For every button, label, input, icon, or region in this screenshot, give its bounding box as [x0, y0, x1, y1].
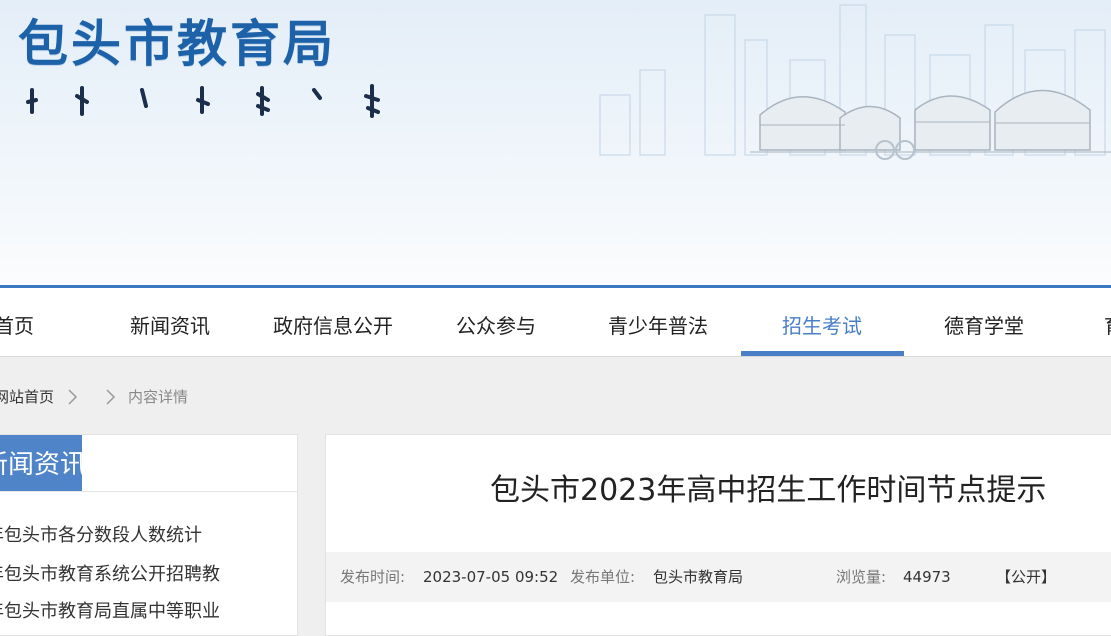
- publisher-label: 发布单位:: [570, 568, 636, 586]
- nav-item-home[interactable]: 首页: [0, 288, 34, 356]
- main-navigation: 首页 新闻资讯 政府信息公开 公众参与 青少年普法 招生考试 德育学堂 育: [0, 288, 1111, 357]
- publish-time: 2023-07-05 09:52: [423, 568, 559, 586]
- breadcrumb-current: 内容详情: [128, 388, 189, 406]
- breadcrumb-home[interactable]: 网站首页: [0, 386, 54, 408]
- publisher: 包头市教育局: [653, 568, 744, 586]
- nav-item-news[interactable]: 新闻资讯: [130, 288, 210, 356]
- nav-item-gov-info[interactable]: 政府信息公开: [273, 288, 393, 356]
- nav-item-moral-edu[interactable]: 德育学堂: [944, 288, 1024, 356]
- nav-item-participation[interactable]: 公众参与: [456, 288, 536, 356]
- sidebar-news-item[interactable]: 年包头市各分数段人数统计: [0, 521, 202, 547]
- sidebar-heading: 新闻资讯: [0, 435, 82, 491]
- publish-time-label: 发布时间:: [340, 568, 406, 586]
- article-panel: 包头市2023年高中招生工作时间节点提示 发布时间: 2023-07-05 09…: [325, 434, 1111, 636]
- nav-item-admissions[interactable]: 招生考试: [782, 288, 862, 356]
- article-meta-bar: 发布时间: 2023-07-05 09:52 发布单位: 包头市教育局 浏览量:…: [326, 552, 1111, 602]
- sidebar-news-item[interactable]: 年包头市教育局直属中等职业: [0, 597, 220, 623]
- nav-active-indicator: [741, 351, 904, 356]
- header-banner: 包头市教育局: [0, 0, 1111, 285]
- nav-item-more[interactable]: 育: [1104, 288, 1111, 356]
- sidebar-divider: [0, 491, 297, 492]
- sidebar-news-list: 新闻资讯 年包头市各分数段人数统计 年包头市教育系统公开招聘教 年包头市教育局直…: [0, 434, 298, 636]
- article-title: 包头市2023年高中招生工作时间节点提示: [490, 473, 1047, 508]
- chevron-right-icon: [68, 389, 78, 405]
- views-count: 44973: [903, 568, 951, 586]
- chevron-right-icon: [106, 389, 116, 405]
- site-title: 包头市教育局: [18, 15, 336, 73]
- mongolian-script-logo: [26, 84, 380, 118]
- sidebar-news-item[interactable]: 年包头市教育系统公开招聘教: [0, 560, 220, 586]
- views-label: 浏览量:: [836, 568, 887, 586]
- disclosure-badge: 【公开】: [996, 568, 1057, 586]
- nav-item-youth-law[interactable]: 青少年普法: [608, 288, 708, 356]
